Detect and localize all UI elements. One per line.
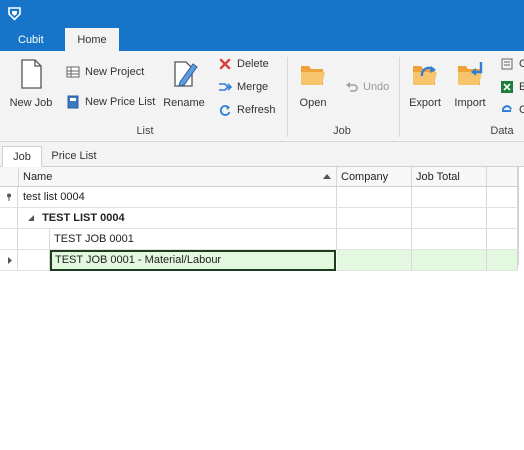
header-indicator-cell <box>0 167 19 186</box>
job-tree-grid: Name Company Job Total test list 0004 TE… <box>0 167 524 450</box>
tree-node-name[interactable]: TEST LIST 0004 <box>19 208 337 228</box>
row-indicator <box>0 208 18 228</box>
tab-job[interactable]: Job <box>2 146 42 167</box>
merge-arrows-icon <box>219 83 232 91</box>
extra-filter-cell <box>487 187 518 207</box>
ribbon-tab-row: Cubit Home <box>0 28 524 51</box>
sort-ascending-icon <box>323 174 331 179</box>
new-price-list-label: New Price List <box>85 96 156 108</box>
job-group-label: Job <box>333 125 351 137</box>
tree-row[interactable]: TEST LIST 0004 <box>0 208 518 229</box>
project-grid-icon <box>66 66 80 78</box>
open-button[interactable]: Open <box>294 56 332 120</box>
company-cell[interactable] <box>337 229 412 249</box>
import-button[interactable]: Import <box>450 56 490 120</box>
expand-collapse-icon[interactable] <box>27 208 37 228</box>
import-label: Import <box>454 97 486 109</box>
filter-pin-icon <box>7 193 11 201</box>
new-project-label: New Project <box>85 66 145 78</box>
job-total-cell[interactable] <box>412 208 487 228</box>
job-total-cell[interactable] <box>412 250 487 270</box>
tree-indent-cell <box>19 250 50 270</box>
current-row-arrow-icon <box>8 257 12 264</box>
company-filter-input[interactable] <box>337 187 412 207</box>
row-indicator <box>0 229 18 249</box>
grid-header-row: Name Company Job Total <box>0 167 518 187</box>
refresh-label: Refresh <box>237 104 276 116</box>
new-job-button[interactable]: New Job <box>6 56 56 120</box>
job-total-cell[interactable] <box>412 229 487 249</box>
ribbon: New Job New Project New Price List Renam… <box>0 51 524 142</box>
column-header-name[interactable]: Name <box>19 167 337 186</box>
data-overflow-label-3: C <box>519 104 524 116</box>
ribbon-separator <box>287 57 288 137</box>
rename-pencil-icon <box>174 61 198 87</box>
excel-icon <box>501 81 513 93</box>
tree-node-name[interactable]: TEST JOB 0001 <box>50 229 337 249</box>
data-overflow-label-1: C <box>519 58 524 70</box>
delete-label: Delete <box>237 58 269 70</box>
undo-label: Undo <box>363 81 390 93</box>
tree-node-name-label: TEST LIST 0004 <box>42 212 125 224</box>
undo-arrow-icon <box>346 82 358 92</box>
new-document-icon <box>21 59 42 89</box>
export-label: Export <box>409 97 441 109</box>
grid-right-edge <box>518 167 519 265</box>
open-label: Open <box>299 97 327 109</box>
list-group-label: List <box>136 125 154 137</box>
refresh-icon <box>219 105 231 116</box>
tab-price-list[interactable]: Price List <box>44 146 104 167</box>
title-bar <box>0 0 524 28</box>
browser-e-icon <box>501 105 512 112</box>
tree-row-selected[interactable]: TEST JOB 0001 - Material/Labour <box>0 250 518 271</box>
price-list-book-icon <box>67 95 79 109</box>
row-indicator <box>0 250 18 270</box>
merge-label: Merge <box>237 81 269 93</box>
document-tabs: Job Price List <box>0 142 524 167</box>
tree-node-name-editor[interactable]: TEST JOB 0001 - Material/Labour <box>50 250 336 271</box>
company-cell[interactable] <box>337 250 412 270</box>
new-job-label: New Job <box>9 97 53 109</box>
column-header-company[interactable]: Company <box>337 167 412 186</box>
job-total-filter-input[interactable] <box>412 187 487 207</box>
extra-cell <box>487 250 518 270</box>
filter-row-indicator <box>0 187 18 207</box>
data-overflow-icon <box>501 58 513 70</box>
ribbon-separator <box>399 57 400 137</box>
tree-row[interactable]: TEST JOB 0001 <box>0 229 518 250</box>
cubit-logo-icon[interactable] <box>6 5 23 22</box>
export-folder-icon <box>413 66 437 85</box>
extra-cell <box>487 208 518 228</box>
tab-home[interactable]: Home <box>65 28 119 51</box>
company-cell[interactable] <box>337 208 412 228</box>
column-header-extra <box>487 167 518 186</box>
tree-indent-cell <box>19 229 50 249</box>
column-header-job-total[interactable]: Job Total <box>412 167 487 186</box>
delete-x-icon <box>219 58 231 70</box>
column-header-name-label: Name <box>23 171 53 183</box>
rename-label: Rename <box>163 97 205 109</box>
extra-cell <box>487 229 518 249</box>
data-group-label: Data <box>490 125 514 137</box>
tab-cubit[interactable]: Cubit <box>6 28 56 51</box>
rename-button[interactable]: Rename <box>162 56 206 120</box>
data-overflow-label-2: E <box>519 81 524 93</box>
name-filter-input[interactable]: test list 0004 <box>19 187 337 207</box>
filter-row: test list 0004 <box>0 187 518 208</box>
export-button[interactable]: Export <box>405 56 445 120</box>
open-folder-icon <box>301 66 325 85</box>
import-folder-icon <box>458 62 483 85</box>
